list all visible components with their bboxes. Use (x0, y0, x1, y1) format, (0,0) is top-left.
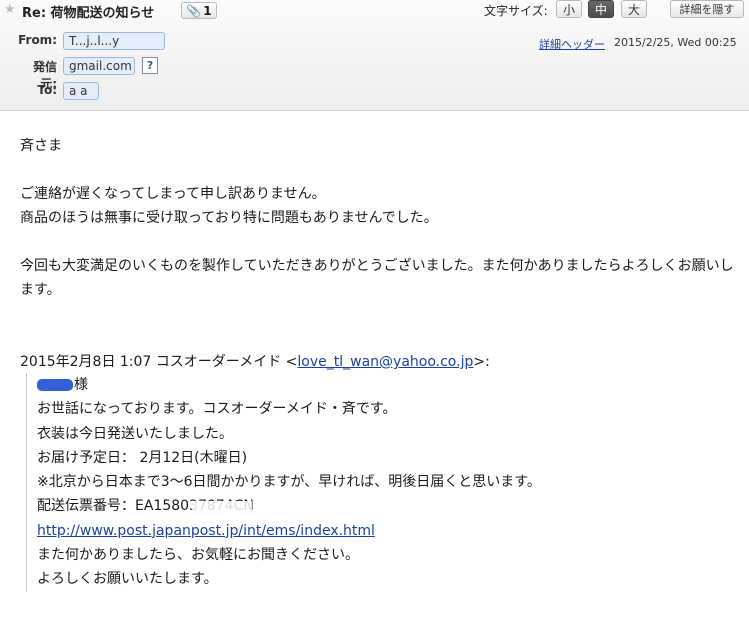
help-icon[interactable]: ? (142, 57, 158, 74)
from-label: From: (18, 33, 57, 47)
star-icon[interactable]: ★ (4, 2, 16, 17)
to-label: To: (37, 83, 57, 97)
quote-header: 2015年2月8日 1:07 コスオーダーメイド <love_tl_wan@ya… (20, 350, 490, 374)
ems-tracking-link[interactable]: http://www.post.japanpost.jp/int/ems/ind… (37, 523, 375, 539)
quote-line-2: 衣装は今日発送いたしました。 (37, 425, 233, 442)
body-line-1: ご連絡が遅くなってしまって申し訳ありません。 (20, 186, 326, 202)
message-header: ★ Re: 荷物配送の知らせ 📎 1 文字サイズ: 小 中 大 詳細を隠す Fr… (0, 0, 749, 111)
redaction-mark (191, 501, 252, 512)
message-datetime: 2015/2/25, Wed 00:25 (614, 36, 737, 49)
redacted-name (37, 379, 73, 391)
quote-sender-email-link[interactable]: love_tl_wan@yahoo.co.jp (297, 354, 473, 370)
attachment-count: 1 (203, 3, 212, 18)
attachment-button[interactable]: 📎 1 (181, 2, 217, 19)
body-line-2: 商品のほうは無事に受け取っており特に問題もありませんでした。 (20, 210, 438, 226)
font-size-label: 文字サイズ: (484, 4, 548, 18)
quote-line-4: ※北京から日本まで3〜6日間かかりますが、早ければ、明後日届くと思います。 (37, 474, 541, 491)
quote-salutation: 様 (74, 377, 88, 393)
message-subject: Re: 荷物配送の知らせ (22, 6, 155, 21)
paperclip-icon: 📎 (186, 3, 202, 18)
to-address-chip[interactable]: a a (63, 82, 99, 100)
quote-closing-2: よろしくお願いいたします。 (37, 571, 218, 588)
quote-closing-1: また何かありましたら、お気軽にお聞きください。 (37, 547, 359, 564)
hide-details-button[interactable]: 詳細を隠す (670, 0, 744, 18)
quote-header-prefix: 2015年2月8日 1:07 コスオーダーメイド < (20, 354, 298, 370)
quote-line-1: お世話になっております。コスオーダーメイド・斉です。 (37, 401, 397, 418)
font-size-small-button[interactable]: 小 (556, 0, 582, 18)
font-size-medium-button[interactable]: 中 (588, 0, 614, 18)
quote-line-3: お届け予定日： 2月12日(木曜日) (37, 449, 248, 466)
body-line-3: 今回も大変満足のいくものを製作していただきありがとうございました。また何かありま… (20, 258, 734, 298)
greeting: 斉さま (20, 138, 62, 154)
quoted-message: 様 お世話になっております。コスオーダーメイド・斉です。 衣装は今日発送いたしま… (26, 373, 737, 592)
message-body: 斉さま ご連絡が遅くなってしまって申し訳ありません。 商品のほうは無事に受け取っ… (20, 134, 740, 302)
detail-header-link[interactable]: 詳細ヘッダー (539, 36, 605, 52)
quote-header-suffix: >: (473, 354, 490, 370)
from-address-chip[interactable]: T...j..l...y (63, 32, 165, 50)
font-size-large-button[interactable]: 大 (621, 0, 647, 18)
sender-domain-chip[interactable]: gmail.com (63, 57, 135, 75)
